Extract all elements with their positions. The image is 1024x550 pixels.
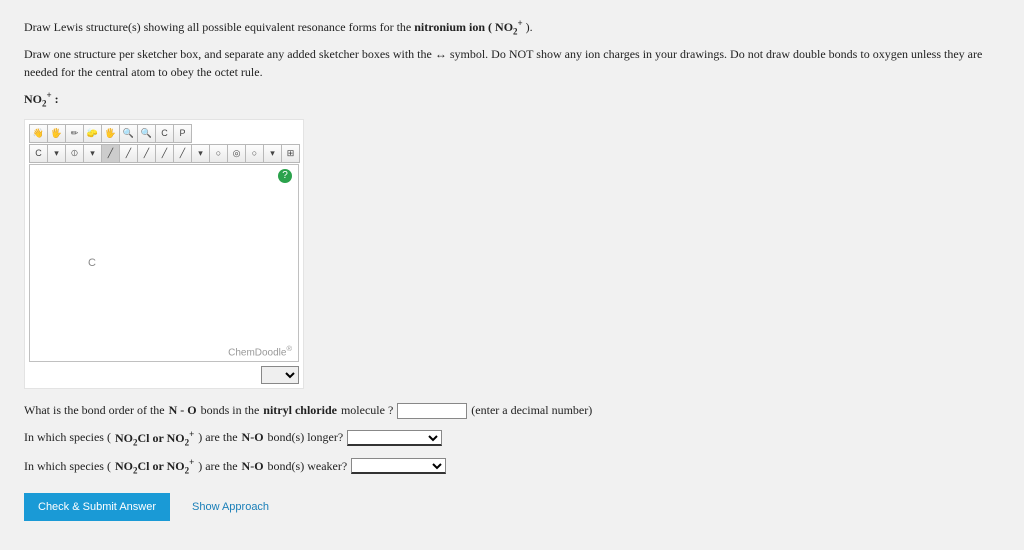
sketcher-panel: 👋🖐✏🧽🖐🔍🔍CP C▾⦶▾╱╱╱╱╱▾○◎○▾⊞ ? C ChemDoodle… [24,119,304,389]
sketch-canvas[interactable]: ? C ChemDoodle® [29,164,299,362]
instruction-line-1: Draw Lewis structure(s) showing all poss… [24,17,1000,38]
toolbar-btn-r2-5[interactable]: ╱ [119,144,138,163]
toolbar-btn-r2-13[interactable]: ▾ [263,144,282,163]
toolbar-btn-r2-7[interactable]: ╱ [155,144,174,163]
check-submit-button[interactable]: Check & Submit Answer [24,493,170,521]
species-label: NO2+ : [24,89,1000,110]
bond-order-input[interactable] [397,403,467,419]
toolbar-btn-r1-5[interactable]: 🔍 [119,124,138,143]
canvas-atom-label: C [88,257,96,269]
toolbar-row-1: 👋🖐✏🧽🖐🔍🔍CP [29,124,299,143]
show-approach-link[interactable]: Show Approach [192,501,269,513]
longer-bond-select[interactable] [347,430,442,446]
toolbar-btn-r2-2[interactable]: ⦶ [65,144,84,163]
weaker-bond-select[interactable] [351,458,446,474]
toolbar-btn-r1-6[interactable]: 🔍 [137,124,156,143]
question-longer-bond: In which species (NO2Cl or NO2+) are the… [24,429,1000,447]
instruction-line-2: Draw one structure per sketcher box, and… [24,46,1000,81]
toolbar-btn-r2-12[interactable]: ○ [245,144,264,163]
toolbar-btn-r2-8[interactable]: ╱ [173,144,192,163]
toolbar-btn-r1-3[interactable]: 🧽 [83,124,102,143]
toolbar-btn-r2-9[interactable]: ▾ [191,144,210,163]
question-bond-order: What is the bond order of the N - O bond… [24,403,1000,419]
toolbar-btn-r2-1[interactable]: ▾ [47,144,66,163]
help-icon[interactable]: ? [278,169,292,183]
toolbar-btn-r2-11[interactable]: ◎ [227,144,246,163]
sketcher-select[interactable] [261,366,299,384]
toolbar-btn-r2-4[interactable]: ╱ [101,144,120,163]
toolbar-btn-r1-0[interactable]: 👋 [29,124,48,143]
toolbar-btn-r1-8[interactable]: P [173,124,192,143]
toolbar-btn-r2-10[interactable]: ○ [209,144,228,163]
toolbar-btn-r2-3[interactable]: ▾ [83,144,102,163]
toolbar-btn-r2-14[interactable]: ⊞ [281,144,300,163]
toolbar-btn-r2-0[interactable]: C [29,144,48,163]
toolbar-btn-r2-6[interactable]: ╱ [137,144,156,163]
question-weaker-bond: In which species (NO2Cl or NO2+) are the… [24,457,1000,475]
chemdoodle-brand: ChemDoodle® [228,344,292,358]
toolbar-btn-r1-2[interactable]: ✏ [65,124,84,143]
toolbar-row-2: C▾⦶▾╱╱╱╱╱▾○◎○▾⊞ [29,144,299,163]
toolbar-btn-r1-1[interactable]: 🖐 [47,124,66,143]
toolbar-btn-r1-7[interactable]: C [155,124,174,143]
toolbar-btn-r1-4[interactable]: 🖐 [101,124,120,143]
